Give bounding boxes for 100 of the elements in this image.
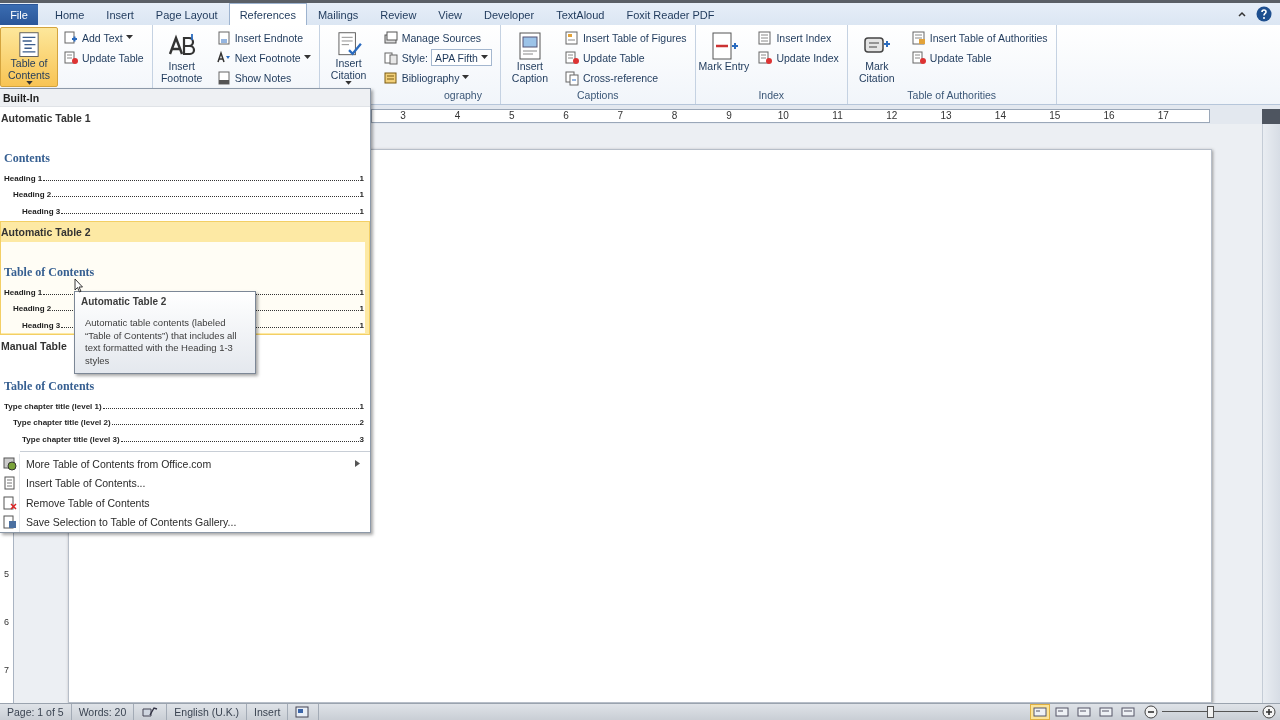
ruler-number: 5 [507,110,516,122]
ribbon-button[interactable]: Bibliography [380,68,494,87]
document-alert-icon [563,49,580,66]
toc-entry-text: Type chapter title (level 3) [22,434,120,444]
group-label: Index [758,89,785,101]
group-label: ography [443,89,482,101]
ruler-number: 7 [4,665,9,675]
menu-item[interactable]: Remove Table of Contents [0,493,370,513]
toc-entry-text: Heading 2 [13,304,52,313]
ribbon-button[interactable]: Insert Table of Authorities [908,28,1050,47]
ribbon-button[interactable]: Insert Citation [319,27,378,87]
ribbon-button[interactable]: Update Table [61,48,146,67]
ribbon-button[interactable]: Cross-reference [561,68,689,87]
ruler-number: 12 [885,110,899,122]
bibliography-icon [382,69,399,86]
ribbon-tab[interactable]: Developer [473,4,546,25]
page-number: 1 [359,190,365,199]
toc-entry-text: Type chapter title (level 1) [4,401,102,411]
ribbon-tab[interactable]: Page Layout [144,4,229,25]
ruler-number: 3 [399,110,407,122]
view-layout-icon[interactable] [1033,706,1047,718]
ruler-number: 9 [725,110,733,122]
ribbon-button[interactable]: Mark Citation [847,27,906,87]
toc-entry-text: Heading 3 [22,206,61,216]
help-icon[interactable] [1256,6,1272,22]
ribbon-button[interactable]: Add Text [61,28,146,47]
group-label: Captions [577,89,619,101]
status-text: English (U.K.) [167,704,248,720]
ribbon-button[interactable]: Insert Table of Figures [561,28,689,47]
zoom-out-icon[interactable] [1144,705,1158,719]
ribbon-button[interactable]: Table of Contents [0,27,58,87]
ribbon-button[interactable]: Manage Sources [380,28,494,47]
page-number: 1 [359,287,365,297]
notes-icon [215,69,232,86]
ruler-number: 11 [831,110,844,122]
ribbon-button[interactable]: Insert Footnote [152,27,211,87]
toc-heading: Contents [3,151,50,165]
ribbon-tab[interactable]: TextAloud [545,4,616,25]
page-number: 1 [359,401,365,411]
view-layout-icon[interactable] [1055,706,1069,718]
view-layout-icon[interactable] [1121,706,1135,718]
gallery-item[interactable]: Automatic Table 1 Contents Heading 1 1 Heading 2 1 Heading 3 1 [0,107,370,221]
toc-entry-text: Type chapter title (level 2) [13,418,111,427]
toc-entry-text: Heading 2 [13,190,52,199]
ruler-number: 4 [453,110,462,122]
menu-item[interactable]: Insert Table of Contents... [0,473,370,493]
ruler-number: 6 [562,110,570,122]
ruler-toggle-button[interactable] [1262,109,1280,124]
ribbon-tab[interactable]: Home [44,4,96,25]
ribbon-button[interactable]: Insert Index [755,28,841,47]
ribbon-button[interactable]: Update Table [561,48,689,67]
status-text: Page: 1 of 5 [0,704,72,720]
toc-entry-text: Heading 1 [4,173,43,183]
ribbon-tab[interactable]: View [427,4,473,25]
ribbon-tab[interactable]: File [0,4,38,25]
tooltip-title: Automatic Table 2 [81,296,168,307]
mouse-cursor-icon [74,278,84,293]
slider-thumb[interactable] [1207,706,1214,718]
ribbon-tab[interactable]: Insert [95,4,145,25]
vertical-scrollbar[interactable] [1262,124,1280,703]
ruler-number: 13 [939,110,953,122]
menu-item[interactable]: More Table of Contents from Office.com [0,454,370,474]
ruler-number: 6 [4,617,9,627]
document-plus-icon [63,29,79,46]
style-icon [382,49,399,66]
ribbon-tab[interactable]: Foxit Reader PDF [615,4,726,25]
macro-recording-icon[interactable] [295,706,312,718]
section-header: Built-In [0,89,370,107]
index-icon [757,29,774,46]
ruler-number: 14 [993,110,1007,122]
status-text: Insert [247,704,289,720]
ribbon-button[interactable]: Show Notes [213,68,313,87]
document-alert-icon [910,49,927,66]
ribbon-button[interactable]: Mark Entry [695,27,753,87]
ribbon-tab[interactable]: References [228,3,307,25]
view-layout-icon[interactable] [1099,706,1113,718]
document-alert-icon [757,49,774,66]
table-authorities-icon [910,29,927,46]
zoom-in-icon[interactable] [1262,705,1276,719]
table-figures-icon [563,29,580,46]
ribbon-button[interactable]: Insert Caption [500,27,559,87]
proofing-icon[interactable] [141,706,160,718]
ribbon-tab[interactable]: Review [369,4,428,25]
menu-item[interactable]: Save Selection to Table of Contents Gallery... [0,512,370,532]
gallery-item-title: Automatic Table 1 [1,112,91,124]
page-number: 3 [359,434,365,444]
view-layout-icon[interactable] [1077,706,1091,718]
page-number: 1 [359,206,365,216]
ruler-number: 17 [1156,110,1170,122]
ribbon-button[interactable]: Next Footnote [213,48,313,67]
ribbon-button[interactable]: Insert Endnote [213,28,313,47]
style-dropdown[interactable]: APA Fifth [430,49,492,66]
ruler-number: 7 [616,110,625,122]
ruler-number: 16 [1102,110,1116,122]
style-label: Style: [401,51,428,64]
ribbon-button[interactable]: Update Table [908,48,1050,67]
ribbon-button[interactable]: Update Index [755,48,841,67]
ribbon-tab[interactable]: Mailings [306,4,370,25]
page-number: 1 [359,304,365,313]
ruler-number: 8 [670,110,679,122]
